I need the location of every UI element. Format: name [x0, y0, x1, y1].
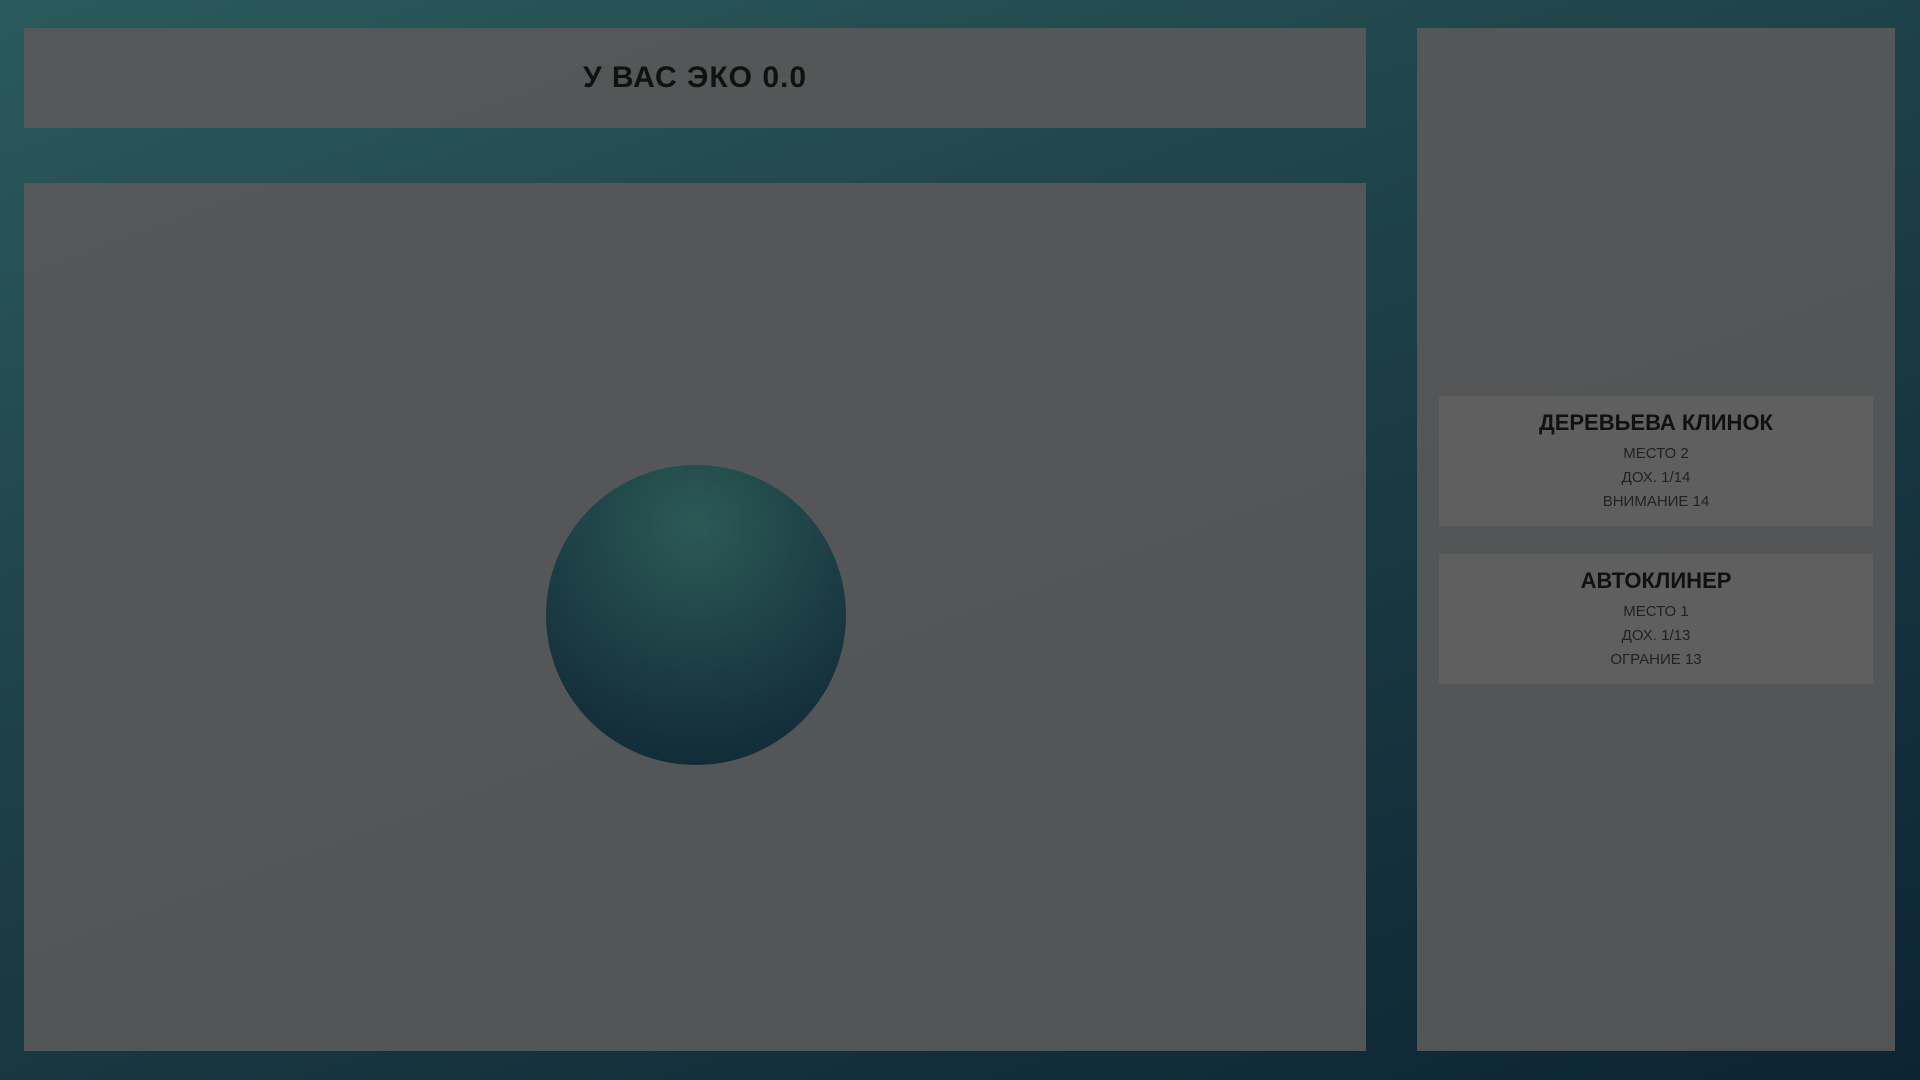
player-stat-extra: ВНИМАНИЕ 14 — [1602, 493, 1710, 510]
player-stat-income: ДОХ. 1/13 — [1621, 627, 1691, 644]
player-name: АВТОКЛИНЕР — [1580, 568, 1732, 593]
player-stat-place: МЕСТО 2 — [1623, 445, 1689, 462]
player-stat-place: МЕСТО 1 — [1623, 603, 1689, 620]
player-stat-extra: ОГРАНИЕ 13 — [1610, 651, 1702, 668]
player-token[interactable] — [546, 465, 846, 765]
player-card-2[interactable]: АВТОКЛИНЕР МЕСТО 1 ДОХ. 1/13 ОГРАНИЕ 13 — [1439, 554, 1873, 684]
game-board[interactable] — [24, 183, 1366, 1051]
status-header: У ВАС ЭКО 0.0 — [24, 28, 1366, 128]
player-card-1[interactable]: ДЕРЕВЬЕВА КЛИНОК МЕСТО 2 ДОХ. 1/14 ВНИМА… — [1439, 396, 1873, 526]
status-title: У ВАС ЭКО 0.0 — [582, 61, 808, 94]
players-sidebar: ДЕРЕВЬЕВА КЛИНОК МЕСТО 2 ДОХ. 1/14 ВНИМА… — [1417, 28, 1895, 1051]
player-stat-income: ДОХ. 1/14 — [1621, 469, 1691, 486]
player-name: ДЕРЕВЬЕВА КЛИНОК — [1539, 410, 1773, 435]
